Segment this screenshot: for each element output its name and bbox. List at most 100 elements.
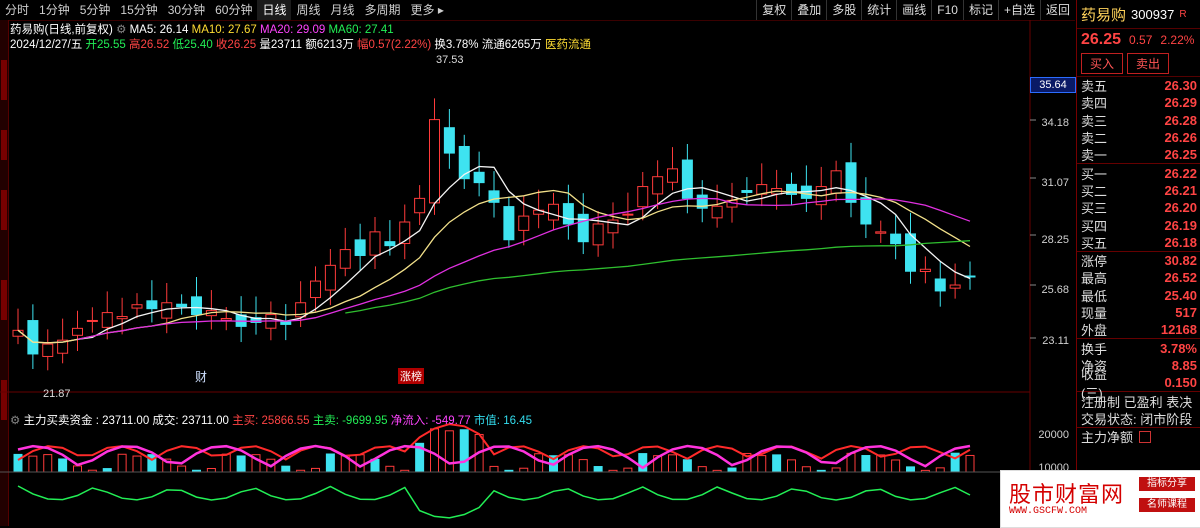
stat-value: 25.40 <box>1164 287 1197 303</box>
bid-label: 买一 <box>1081 166 1108 182</box>
limit-up-marker[interactable]: 涨榜 <box>398 368 424 384</box>
volume-bar <box>58 458 68 473</box>
tab-monthly[interactable]: 月线 <box>326 0 360 20</box>
stat-row: 最低 25.40 <box>1077 287 1200 304</box>
fuquan-button[interactable]: 复权 <box>756 0 791 20</box>
watermark-tag-1: 指标分享 <box>1139 477 1195 491</box>
ask-value: 26.28 <box>1164 112 1197 128</box>
indicator-settings-icon[interactable]: ⚙ <box>10 415 20 427</box>
ask-value: 26.25 <box>1164 147 1197 163</box>
volume-bar <box>132 455 142 473</box>
volume-bar <box>772 454 782 473</box>
candle-body <box>711 205 723 219</box>
ask-value: 26.30 <box>1164 78 1197 94</box>
tab-1min[interactable]: 1分钟 <box>34 0 75 20</box>
ask-label: 卖四 <box>1081 96 1108 112</box>
bid-label: 买二 <box>1081 183 1108 199</box>
candle-body <box>473 171 485 184</box>
stat2-value: 3.78% <box>1160 340 1197 356</box>
f10-button[interactable]: F10 <box>931 0 963 20</box>
stat-label: 涨停 <box>1081 254 1108 270</box>
multi-stock-button[interactable]: 多股 <box>826 0 861 20</box>
bid-row: 买二 26.21 <box>1077 182 1200 199</box>
volume-bar <box>73 465 82 473</box>
candle-body <box>652 176 664 195</box>
draw-line-button[interactable]: 画线 <box>896 0 931 20</box>
bid-value: 26.20 <box>1164 200 1197 216</box>
volume-bar <box>757 455 767 473</box>
overlay-button[interactable]: 叠加 <box>791 0 826 20</box>
indicator-legend: ⚙ 主力买卖资金 : 23711.00 成交: 23711.00 主买: 258… <box>10 412 532 428</box>
volume-bar <box>906 466 915 473</box>
volume-bar <box>236 455 246 473</box>
mark-button[interactable]: 标记 <box>962 0 998 20</box>
tab-5min[interactable]: 5分钟 <box>75 0 116 20</box>
stat-label: 外盘 <box>1081 323 1108 339</box>
tab-fenshi[interactable]: 分时 <box>0 0 34 20</box>
back-button[interactable]: 返回 <box>1039 0 1075 20</box>
bid-value: 26.22 <box>1164 165 1197 181</box>
volume-bar <box>787 459 796 473</box>
ask-row: 卖一 26.25 <box>1077 146 1200 163</box>
expand-icon[interactable] <box>1139 430 1152 443</box>
candle-body <box>622 213 634 216</box>
stock-code: 300937 <box>1131 6 1175 22</box>
main-buy-line <box>17 423 971 461</box>
bid-row: 买一 26.22 <box>1077 164 1200 182</box>
ma-line-60 <box>345 240 971 314</box>
candle-body <box>562 203 574 225</box>
bid-value: 26.18 <box>1164 234 1197 250</box>
y-tick-2: 31.07 <box>1041 177 1069 189</box>
last-price: 26.25 <box>1081 31 1122 48</box>
finance-marker[interactable]: 财 <box>195 368 207 385</box>
volume-bar <box>102 468 112 473</box>
candle-body <box>220 318 232 321</box>
candle-body <box>72 327 83 336</box>
candle-body <box>741 190 753 193</box>
tab-15min[interactable]: 15分钟 <box>115 0 162 20</box>
bid-value: 26.21 <box>1164 182 1197 198</box>
peak-price-label: 37.53 <box>436 54 464 66</box>
candle-body <box>116 316 128 320</box>
tab-60min[interactable]: 60分钟 <box>210 0 257 20</box>
main-net-label: 主力净额 <box>1081 430 1134 446</box>
tab-multi-period[interactable]: 多周期 <box>360 0 406 20</box>
candle-body <box>592 223 604 246</box>
trade-status: 交易状态: 闭市阶段 <box>1081 411 1193 427</box>
stat-row: 涨停 30.82 <box>1077 252 1200 269</box>
candle-body <box>280 321 292 325</box>
candle-body <box>354 239 366 256</box>
candle-body <box>518 215 530 231</box>
tab-30min[interactable]: 30分钟 <box>163 0 210 20</box>
volume-bar <box>28 455 38 473</box>
candle-body <box>949 284 961 289</box>
main-net-row: 主力净额 <box>1077 428 1200 445</box>
stock-title: 药易购 300937 R <box>1077 0 1200 29</box>
r-badge: R <box>1179 8 1187 20</box>
candle-body <box>905 233 916 272</box>
candle-body <box>414 197 426 214</box>
volume-bar <box>861 455 871 473</box>
volume-bar <box>534 453 544 473</box>
sell-button[interactable]: 卖出 <box>1127 53 1170 74</box>
watermark-logo: 股市财富网 WWW.GSCFW.COM 指标分享 名师课程 <box>1000 470 1200 528</box>
volume-bar <box>578 459 588 473</box>
candle-body <box>324 264 336 291</box>
buy-button[interactable]: 买入 <box>1081 53 1124 74</box>
tab-weekly[interactable]: 周线 <box>291 0 325 20</box>
candlestick-chart[interactable] <box>0 20 1070 526</box>
y-tick-1: 34.18 <box>1041 117 1069 129</box>
add-watchlist-button[interactable]: +自选 <box>997 0 1040 20</box>
bid-row: 买四 26.19 <box>1077 216 1200 234</box>
ask-label: 卖五 <box>1081 79 1108 95</box>
bid-label: 买四 <box>1081 218 1108 234</box>
candle-body <box>310 280 321 299</box>
stat2-value: 0.150 <box>1164 375 1197 391</box>
ask-value: 26.29 <box>1164 95 1197 111</box>
candle-body <box>369 231 381 256</box>
volume-bar <box>206 467 216 473</box>
tab-more[interactable]: 更多 ▸ <box>406 0 449 20</box>
candle-body <box>919 268 931 273</box>
tab-daily[interactable]: 日线 <box>257 0 292 20</box>
stats-button[interactable]: 统计 <box>861 0 896 20</box>
